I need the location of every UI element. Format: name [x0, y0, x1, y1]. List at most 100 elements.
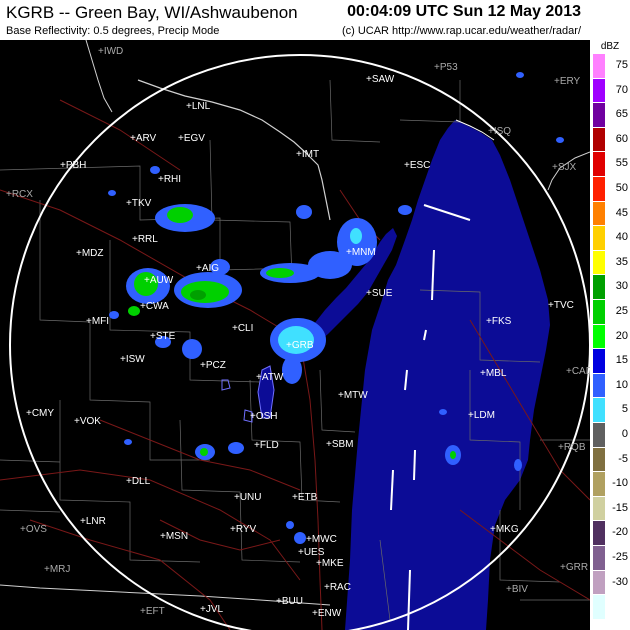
station-label: +DLL — [126, 476, 151, 487]
legend-level: 45 — [590, 201, 630, 227]
legend-swatch — [593, 398, 605, 423]
legend-value: 65 — [615, 108, 628, 121]
station-label: +ISW — [120, 354, 145, 365]
dbz-legend: dBZ 75 70 65 60 55 50 45 40 35 30 25 20 15 10 5 0 -5 -10-… — [590, 40, 630, 630]
legend-swatch — [593, 496, 605, 522]
station-label: +MFI — [86, 316, 109, 327]
legend-swatch — [593, 472, 605, 497]
legend-swatch — [593, 300, 605, 325]
legend-level: 0 — [590, 423, 630, 448]
station-label: +PBH — [60, 160, 86, 171]
legend-swatch — [593, 250, 605, 276]
legend-level: 20 — [590, 324, 630, 350]
legend-level: 75 — [590, 54, 630, 79]
legend-swatch — [593, 54, 605, 79]
legend-value: 20 — [615, 329, 628, 342]
credit-line: (c) UCAR http://www.rap.ucar.edu/weather… — [341, 25, 581, 37]
legend-value: -30 — [612, 575, 628, 588]
legend-value: 50 — [615, 182, 628, 194]
station-label: +OVS — [20, 524, 47, 535]
legend-level: 15 — [590, 349, 630, 374]
legend-value: 75 — [615, 59, 628, 71]
legend-swatch — [593, 570, 605, 596]
legend-value: 45 — [615, 206, 628, 219]
station-label: +CMY — [26, 408, 54, 419]
station-label: +RHI — [158, 174, 181, 185]
legend-level: 10 — [590, 373, 630, 399]
station-label: +AIG — [196, 263, 219, 274]
station-label: +SBM — [326, 439, 354, 450]
station-label: +RRL — [132, 234, 158, 245]
legend-level: 55 — [590, 152, 630, 177]
legend-value: 15 — [615, 354, 628, 367]
radar-header: KGRB -- Green Bay, WI/Ashwaubenon 00:04:… — [0, 0, 630, 40]
legend-level: -20 — [590, 521, 630, 546]
legend-value: -25 — [612, 551, 628, 563]
legend-value: 0 — [621, 428, 628, 440]
legend-swatch — [593, 447, 605, 473]
station-label: +RAC — [324, 582, 351, 593]
station-label: +LNL — [186, 101, 211, 112]
station-label: +ATW — [256, 372, 284, 383]
radar-map[interactable]: +IWD +SAW +P53 +ERY +LNL +ARV +EGV +IMT +ISQ +ESC… — [0, 40, 590, 630]
legend-level: 40 — [590, 226, 630, 251]
station-label: +MSN — [160, 531, 188, 542]
station-label: +ERY — [554, 76, 581, 87]
legend-level: -5 — [590, 447, 630, 473]
legend-swatch — [593, 521, 605, 546]
station-label: +MDZ — [76, 248, 104, 259]
station-label: +OSH — [250, 411, 278, 422]
legend-swatch — [593, 423, 605, 448]
station-label: +SJX — [552, 162, 577, 173]
legend-swatch — [593, 373, 605, 399]
station-label: +JVL — [200, 604, 224, 615]
legend-value: -20 — [612, 526, 628, 539]
legend-level: 60 — [590, 127, 630, 153]
legend-value: -10 — [612, 477, 628, 490]
legend-swatch — [593, 78, 605, 104]
radar-site-title: KGRB -- Green Bay, WI/Ashwaubenon — [6, 3, 298, 22]
station-label: +STE — [150, 331, 176, 342]
station-label: +VOK — [74, 416, 101, 427]
legend-swatch — [593, 275, 605, 300]
legend-value: 70 — [615, 83, 628, 96]
station-label: +CLI — [232, 323, 253, 334]
legend-level — [590, 595, 630, 620]
legend-level: 50 — [590, 177, 630, 202]
legend-swatch — [593, 127, 605, 153]
station-label: +EGV — [178, 133, 205, 144]
legend-level: -15 — [590, 496, 630, 522]
legend-swatch — [593, 595, 605, 620]
lake-michigan — [345, 120, 550, 630]
station-label: +CAD — [566, 366, 590, 377]
station-label: +MNM — [346, 247, 376, 258]
legend-level: -30 — [590, 570, 630, 596]
station-label: +FLD — [254, 440, 279, 451]
legend-level: 30 — [590, 275, 630, 300]
station-label: +GRR — [560, 562, 588, 573]
station-label: +ISQ — [488, 126, 511, 137]
station-label: +EFT — [140, 606, 165, 617]
station-label: +AUW — [144, 275, 174, 286]
legend-level: 5 — [590, 398, 630, 423]
legend-swatch — [593, 546, 605, 571]
station-label: +MWC — [306, 534, 337, 545]
legend-value: -5 — [618, 452, 628, 465]
legend-swatch — [593, 201, 605, 227]
station-label: +RCX — [6, 189, 33, 200]
station-label: +MBL — [480, 368, 507, 379]
legend-level: -25 — [590, 546, 630, 571]
radar-map-graphic: +IWD +SAW +P53 +ERY +LNL +ARV +EGV +IMT +ISQ +ESC… — [0, 40, 590, 630]
legend-level: 25 — [590, 300, 630, 325]
legend-value: -15 — [612, 501, 628, 514]
legend-swatch — [593, 324, 605, 350]
station-label: +ETB — [292, 492, 318, 503]
station-label: +RQB — [558, 442, 586, 453]
station-label: +SUE — [366, 288, 393, 299]
legend-swatch — [593, 103, 605, 128]
lake-small-1 — [221, 379, 231, 391]
legend-level: 70 — [590, 78, 630, 104]
legend-swatch — [593, 349, 605, 374]
legend-unit: dBZ — [600, 41, 620, 52]
radar-timestamp: 00:04:09 UTC Sun 12 May 2013 — [347, 3, 581, 20]
